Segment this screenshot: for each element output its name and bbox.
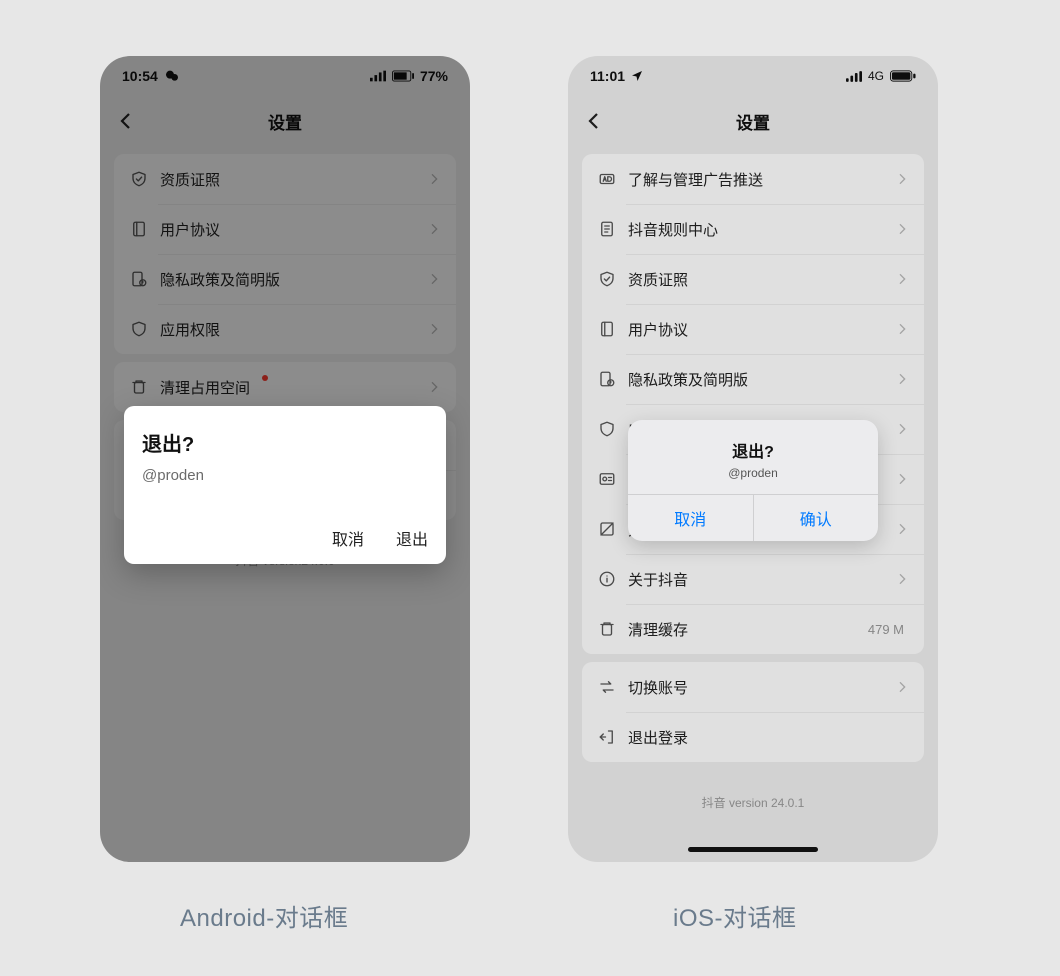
dialog-subtitle: @proden <box>640 466 866 480</box>
caption-ios: iOS-对话框 <box>673 898 797 933</box>
android-dialog: 退出? @proden 取消 退出 <box>124 406 446 564</box>
ios-phone: 11:01 4G 设置 了解与管理广告推送 抖音规则中心 <box>568 56 938 862</box>
dialog-title: 退出? <box>142 428 428 457</box>
dialog-subtitle: @proden <box>142 467 428 484</box>
caption-android: Android-对话框 <box>180 898 348 933</box>
dialog-title: 退出? <box>640 438 866 462</box>
dialog-cancel-button[interactable]: 取消 <box>332 526 364 550</box>
android-phone: 10:54 77% 设置 资质证照 用户协议 <box>100 56 470 862</box>
dialog-cancel-button[interactable]: 取消 <box>628 495 754 541</box>
home-indicator[interactable] <box>688 847 818 852</box>
dialog-confirm-button[interactable]: 退出 <box>396 526 428 550</box>
dialog-confirm-button[interactable]: 确认 <box>754 495 879 541</box>
ios-dialog: 退出? @proden 取消 确认 <box>628 420 878 541</box>
